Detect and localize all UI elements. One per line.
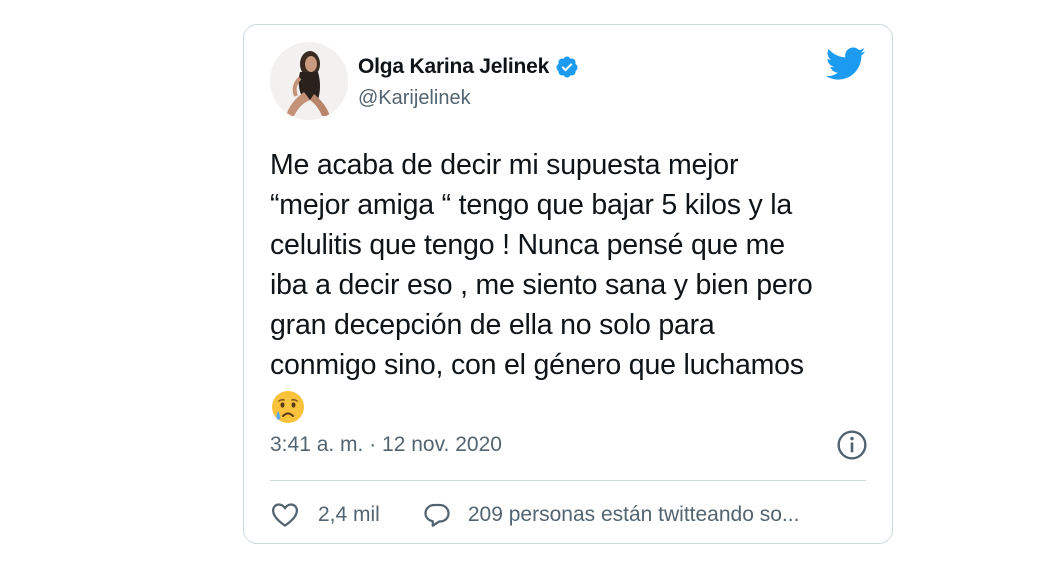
like-button[interactable]: 2,4 mil — [270, 500, 380, 530]
tweet-text-line: Me acaba de decir mi supuesta mejor — [270, 149, 739, 181]
avatar[interactable] — [270, 42, 348, 120]
like-count: 2,4 mil — [318, 503, 380, 526]
conversation-button[interactable]: 209 personas están twitteando so... — [422, 500, 800, 530]
tweet-text-line: celulitis que tengo ! Nunca pensé que me — [270, 229, 785, 261]
tweet-text: Me acaba de decir mi supuesta mejor “mej… — [270, 145, 870, 425]
info-icon[interactable] — [836, 429, 868, 461]
tweet-card: Olga Karina Jelinek @Karijelinek Me acab… — [243, 24, 893, 544]
author-display-name[interactable]: Olga Karina Jelinek — [358, 55, 549, 79]
divider — [270, 480, 866, 481]
verified-badge-icon — [556, 56, 578, 78]
author-handle[interactable]: @Karijelinek — [358, 87, 471, 110]
avatar-image — [270, 42, 348, 120]
crying-face-icon — [272, 391, 304, 424]
tweet-text-line: “mejor amiga “ tengo que bajar 5 kilos y… — [270, 189, 793, 221]
tweet-actions: 2,4 mil 209 personas están twitteando so… — [270, 497, 799, 533]
tweet-timestamp[interactable]: 3:41 a. m. · 12 nov. 2020 — [270, 433, 502, 457]
conversation-label: 209 personas están twitteando so... — [467, 503, 800, 526]
tweet-text-line: gran decepción de ella no solo para — [270, 309, 715, 341]
speech-bubble-icon — [424, 503, 450, 527]
tweet-text-line: conmigo sino, con el género que luchamos — [270, 349, 804, 381]
emoji-line — [270, 385, 870, 425]
heart-icon — [272, 503, 298, 527]
author-name-row[interactable]: Olga Karina Jelinek — [358, 55, 579, 79]
tweet-text-line: iba a decir eso , me siento sana y bien … — [270, 269, 813, 301]
twitter-bird-icon[interactable] — [826, 47, 866, 81]
